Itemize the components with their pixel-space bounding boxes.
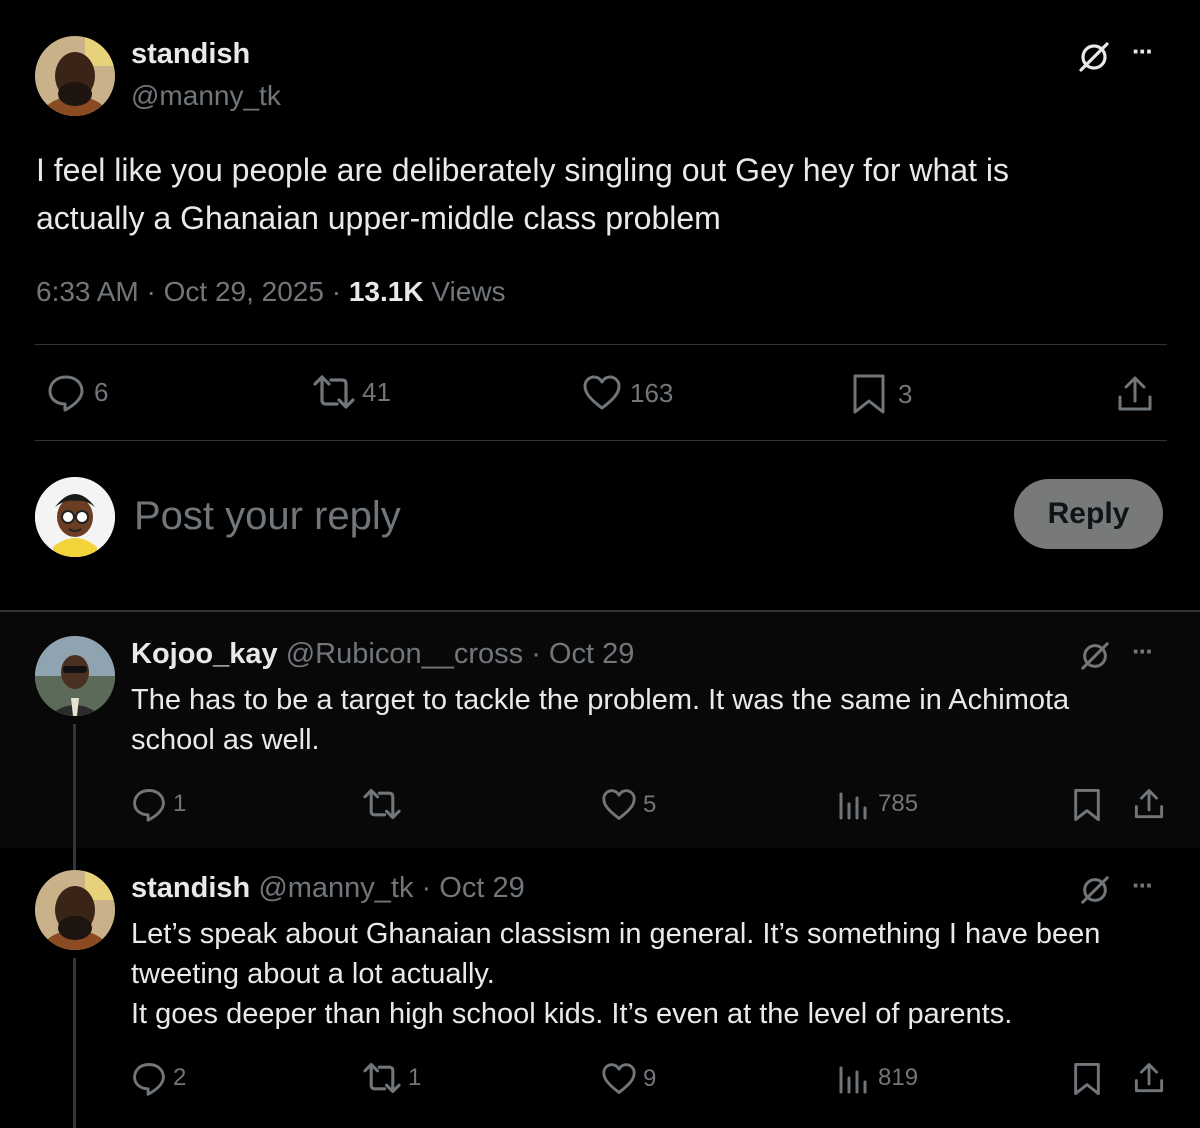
like-action[interactable]: 5 xyxy=(601,788,656,822)
reply-avatar[interactable] xyxy=(35,870,115,950)
current-user-avatar[interactable] xyxy=(35,477,115,557)
meta-separator: · xyxy=(531,638,541,670)
post-meta: 6:33 AM · Oct 29, 2025 · 13.1K Views xyxy=(36,276,506,308)
reply-count: 2 xyxy=(173,1064,187,1091)
author-avatar[interactable] xyxy=(35,36,115,116)
bookmark-action[interactable]: 3 xyxy=(852,373,912,415)
reply-text-line: Let’s speak about Ghanaian classism in g… xyxy=(131,918,1101,950)
share-icon[interactable] xyxy=(1133,787,1165,821)
like-icon xyxy=(601,788,637,822)
views-label: Views xyxy=(431,276,506,307)
like-action[interactable]: 9 xyxy=(601,1062,656,1096)
repost-icon xyxy=(362,1060,402,1096)
bookmark-icon[interactable] xyxy=(1073,788,1101,822)
share-icon[interactable] xyxy=(1133,1061,1165,1095)
repost-count: 1 xyxy=(408,1064,422,1091)
author-handle[interactable]: @manny_tk xyxy=(131,80,281,112)
like-icon xyxy=(582,374,622,412)
like-action[interactable]: 163 xyxy=(582,374,673,412)
views-action[interactable]: 785 xyxy=(838,788,918,820)
more-icon[interactable]: ··· xyxy=(1132,36,1154,67)
more-icon[interactable]: ··· xyxy=(1132,636,1154,667)
reply-icon xyxy=(131,786,167,822)
bookmark-icon xyxy=(852,373,886,415)
views-icon xyxy=(838,1062,868,1094)
bookmark-icon[interactable] xyxy=(1073,1062,1101,1096)
reply-text: Let’s speak about Ghanaian classism in g… xyxy=(131,914,1100,1034)
repost-action[interactable]: 41 xyxy=(312,372,391,412)
reply-input[interactable] xyxy=(134,488,834,544)
reply-display-name[interactable]: Kojoo_kay xyxy=(131,638,278,670)
post-time[interactable]: 6:33 AM xyxy=(36,276,139,307)
post-text-line: actually a Ghanaian upper-middle class p… xyxy=(36,200,721,236)
reply-count: 6 xyxy=(94,376,109,407)
more-icon[interactable]: ··· xyxy=(1132,870,1154,901)
bookmark-count: 3 xyxy=(898,378,913,409)
grok-icon[interactable] xyxy=(1079,874,1111,906)
reply-text-line: tweeting about a lot actually. xyxy=(131,958,495,990)
post-text-line: I feel like you people are deliberately … xyxy=(36,152,1009,188)
reply-text: The has to be a target to tackle the pro… xyxy=(131,680,1069,760)
reply-post[interactable]: Kojoo_kay @Rubicon__cross · Oct 29 ··· T… xyxy=(0,612,1200,848)
post-date[interactable]: Oct 29, 2025 xyxy=(164,276,324,307)
views-count: 819 xyxy=(878,1064,919,1091)
reply-text-line: The has to be a target to tackle the pro… xyxy=(131,684,1070,716)
views-icon xyxy=(838,788,868,820)
repost-action[interactable] xyxy=(362,786,408,822)
reply-text-line: school as well. xyxy=(131,724,320,756)
like-count: 5 xyxy=(643,791,657,818)
grok-icon[interactable] xyxy=(1077,40,1111,74)
grok-icon[interactable] xyxy=(1079,640,1111,672)
reply-date[interactable]: Oct 29 xyxy=(549,638,634,670)
like-icon xyxy=(601,1062,637,1096)
reply-icon xyxy=(46,372,86,412)
thread-line xyxy=(73,724,76,848)
reply-button[interactable]: Reply xyxy=(1014,479,1163,549)
meta-separator: · xyxy=(331,276,342,307)
divider xyxy=(35,344,1167,345)
views-action[interactable]: 819 xyxy=(838,1062,918,1094)
reply-date[interactable]: Oct 29 xyxy=(439,872,524,904)
repost-icon xyxy=(312,372,356,412)
reply-post[interactable]: standish @manny_tk · Oct 29 ··· Let’s sp… xyxy=(0,848,1200,1128)
divider xyxy=(35,440,1167,441)
reply-handle[interactable]: @manny_tk xyxy=(258,872,413,904)
like-count: 163 xyxy=(630,377,674,408)
repost-count: 41 xyxy=(362,376,391,407)
repost-action[interactable]: 1 xyxy=(362,1060,421,1096)
reply-text-line: It goes deeper than high school kids. It… xyxy=(131,998,1013,1030)
share-icon[interactable] xyxy=(1116,375,1154,413)
reply-header: Kojoo_kay @Rubicon__cross · Oct 29 xyxy=(131,638,634,671)
like-count: 9 xyxy=(643,1065,657,1092)
reply-count: 1 xyxy=(173,790,187,817)
author-display-name[interactable]: standish xyxy=(131,38,250,71)
repost-icon xyxy=(362,786,402,822)
thread-line xyxy=(73,848,76,870)
views-count[interactable]: 13.1K xyxy=(349,276,424,307)
reply-display-name[interactable]: standish xyxy=(131,872,250,904)
meta-separator: · xyxy=(421,872,432,904)
reply-action[interactable]: 2 xyxy=(131,1060,186,1096)
reply-handle[interactable]: @Rubicon__cross xyxy=(286,638,523,670)
thread-line xyxy=(73,958,76,1128)
reply-avatar[interactable] xyxy=(35,636,115,716)
reply-action[interactable]: 1 xyxy=(131,786,186,822)
meta-separator: · xyxy=(146,276,156,307)
reply-icon xyxy=(131,1060,167,1096)
reply-action[interactable]: 6 xyxy=(46,372,108,412)
post-text: I feel like you people are deliberately … xyxy=(36,146,1176,242)
views-count: 785 xyxy=(878,790,919,817)
reply-header: standish @manny_tk · Oct 29 xyxy=(131,872,525,905)
